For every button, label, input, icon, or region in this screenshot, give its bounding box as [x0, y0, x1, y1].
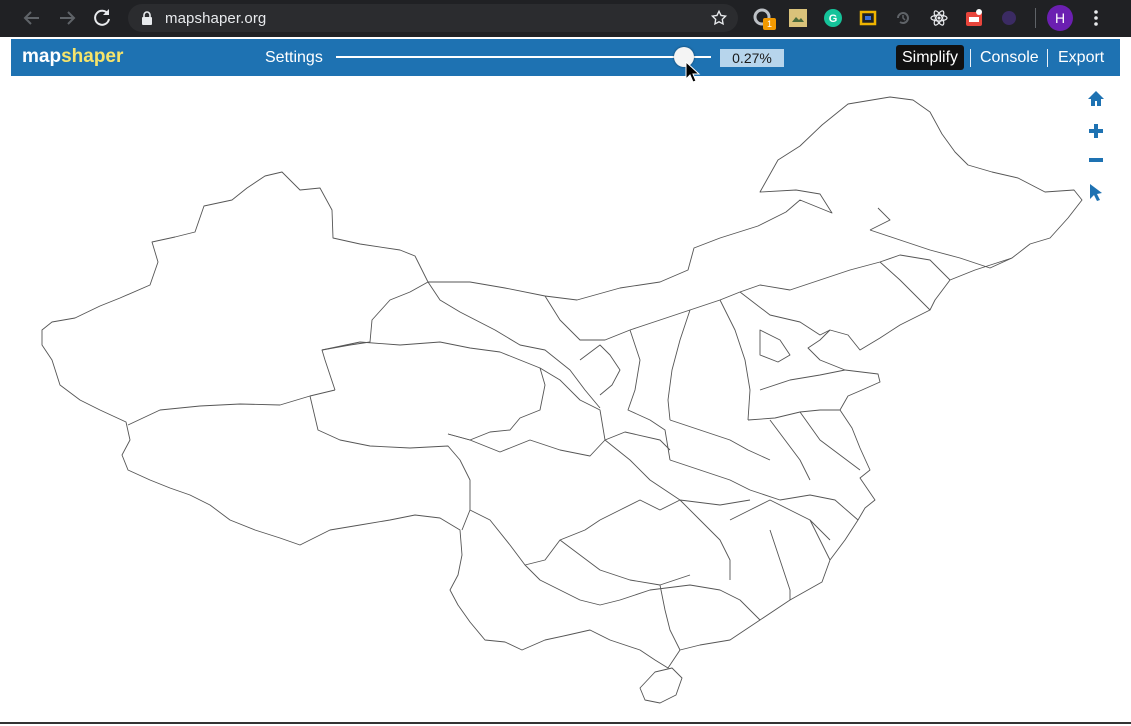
export-button[interactable]: Export	[1052, 45, 1110, 70]
profile-avatar[interactable]: H	[1047, 5, 1073, 31]
reload-icon[interactable]	[90, 6, 114, 30]
browser-toolbar: mapshaper.org 1 G H	[0, 0, 1131, 37]
grammarly-icon[interactable]: G	[823, 8, 843, 28]
back-icon[interactable]	[20, 6, 44, 30]
map-canvas[interactable]	[11, 76, 1120, 722]
logo-text-accent: shaper	[61, 46, 124, 67]
simplify-percent-field[interactable]: 0.27%	[720, 49, 784, 67]
react-devtools-icon[interactable]	[929, 8, 949, 28]
app-header: mapshaper Settings 0.27% Simplify Consol…	[11, 39, 1120, 76]
extension-icon[interactable]	[964, 8, 984, 28]
lock-icon	[142, 11, 152, 25]
logo-text: map	[22, 46, 62, 67]
simplify-button[interactable]: Simplify	[896, 45, 965, 70]
forward-icon[interactable]	[55, 6, 79, 30]
menu-divider	[970, 49, 971, 67]
extension-icon[interactable]	[999, 8, 1019, 28]
settings-button[interactable]: Settings	[265, 49, 323, 67]
simplify-slider-track[interactable]	[336, 56, 711, 58]
url-text: mapshaper.org	[165, 10, 267, 27]
extension-badge: 1	[763, 18, 776, 30]
extension-icon[interactable]: 1	[753, 8, 776, 30]
console-button[interactable]: Console	[974, 45, 1045, 70]
hainan-island	[639, 667, 683, 704]
star-icon[interactable]	[710, 9, 728, 27]
toolbar-divider	[1035, 8, 1036, 28]
menu-icon[interactable]	[1084, 6, 1108, 30]
svg-text:G: G	[829, 13, 838, 25]
address-bar[interactable]: mapshaper.org	[128, 4, 738, 32]
history-icon[interactable]	[893, 8, 913, 28]
window-bottom-edge	[0, 722, 1131, 724]
extension-icon[interactable]	[858, 8, 878, 28]
menu-divider	[1047, 49, 1048, 67]
app-logo[interactable]: mapshaper	[22, 46, 123, 68]
extension-icon[interactable]	[788, 8, 808, 28]
